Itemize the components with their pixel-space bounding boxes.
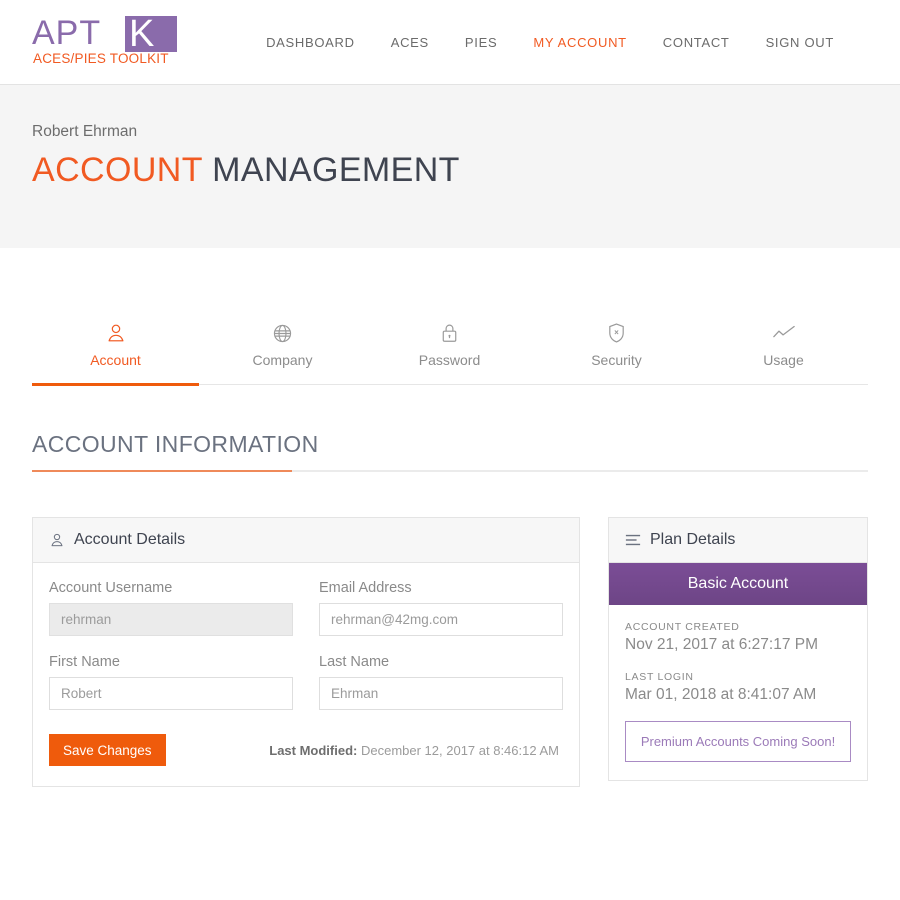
nav-item-contact[interactable]: CONTACT [645, 29, 748, 56]
account-details-card-header: Account Details [33, 518, 579, 563]
plan-details-body: ACCOUNT CREATED Nov 21, 2017 at 6:27:17 … [609, 605, 867, 780]
tab-usage[interactable]: Usage [700, 308, 867, 384]
top-navigation-bar: APT K ACES/PIES TOOLKIT DASHBOARD ACES P… [0, 0, 900, 85]
logo-tagline: ACES/PIES TOOLKIT [33, 51, 169, 66]
first-name-input[interactable] [49, 677, 293, 710]
nav-item-aces[interactable]: ACES [373, 29, 447, 56]
main-menu: DASHBOARD ACES PIES MY ACCOUNT CONTACT S… [248, 29, 852, 56]
label-email-address: Email Address [319, 580, 412, 596]
section-heading-text: ACCOUNT INFORMATION [32, 431, 319, 457]
label-last-name: Last Name [319, 654, 390, 670]
user-icon [49, 532, 65, 548]
tab-password-label: Password [418, 352, 481, 368]
form-footer: Save Changes Last Modified: December 12,… [49, 734, 563, 766]
label-first-name: First Name [49, 654, 120, 670]
logo-text-apt: APT [32, 14, 102, 52]
tab-password[interactable]: Password [366, 308, 533, 384]
user-icon [32, 320, 199, 346]
last-modified-text: Last Modified: December 12, 2017 at 8:46… [269, 743, 563, 758]
tab-company[interactable]: Company [199, 308, 366, 384]
last-name-input[interactable] [319, 677, 563, 710]
last-modified-value: December 12, 2017 at 8:46:12 AM [357, 742, 559, 758]
nav-item-my-account[interactable]: MY ACCOUNT [515, 29, 644, 56]
account-details-form: Account Username Email Address First Nam… [33, 563, 579, 786]
tab-company-label: Company [252, 352, 313, 368]
account-details-card-title: Account Details [74, 531, 186, 548]
tab-security-label: Security [591, 352, 642, 368]
plan-details-card: Plan Details Basic Account ACCOUNT CREAT… [608, 517, 868, 781]
nav-item-pies[interactable]: PIES [447, 29, 515, 56]
page-title-rest: MANAGEMENT [202, 151, 460, 189]
nav-item-sign-out[interactable]: SIGN OUT [748, 29, 852, 56]
field-last-name: Last Name [319, 654, 563, 710]
tab-usage-label: Usage [763, 352, 804, 368]
section-header: ACCOUNT INFORMATION [32, 431, 868, 486]
label-account-username: Account Username [49, 580, 173, 596]
account-created-value: Nov 21, 2017 at 6:27:17 PM [625, 636, 819, 653]
plan-name-banner: Basic Account [609, 563, 867, 605]
form-row-1: Account Username Email Address [49, 580, 563, 654]
save-changes-button[interactable]: Save Changes [49, 734, 166, 766]
page-title: ACCOUNT MANAGEMENT [32, 149, 900, 191]
shield-icon [533, 320, 700, 346]
globe-icon [199, 320, 366, 346]
chart-line-icon [700, 320, 867, 346]
page-title-accent: ACCOUNT [32, 151, 203, 189]
account-username-input[interactable] [49, 603, 293, 636]
lock-icon [366, 320, 533, 346]
last-login-label: LAST LOGIN [625, 671, 694, 683]
account-created-label: ACCOUNT CREATED [625, 621, 740, 633]
account-tabs: Account Company Password Security Usage [32, 308, 868, 386]
tab-security[interactable]: Security [533, 308, 700, 384]
tab-account-label: Account [90, 352, 141, 368]
section-divider [32, 470, 868, 472]
page-hero: Robert Ehrman ACCOUNT MANAGEMENT [0, 85, 900, 248]
nav-item-dashboard[interactable]: DASHBOARD [248, 29, 373, 56]
last-login-value: Mar 01, 2018 at 8:41:07 AM [625, 686, 817, 703]
email-address-input[interactable] [319, 603, 563, 636]
form-row-2: First Name Last Name [49, 654, 563, 728]
list-icon [625, 533, 641, 547]
account-details-card: Account Details Account Username Email A… [32, 517, 580, 787]
logo-k-letter: K [129, 13, 155, 55]
last-modified-label: Last Modified: [269, 742, 358, 758]
hero-user-name: Robert Ehrman [32, 123, 138, 140]
field-email-address: Email Address [319, 580, 563, 636]
premium-accounts-button[interactable]: Premium Accounts Coming Soon! [625, 721, 851, 762]
field-first-name: First Name [49, 654, 293, 710]
tab-account[interactable]: Account [32, 308, 199, 386]
cards-row: Account Details Account Username Email A… [32, 517, 868, 787]
brand-logo[interactable]: APT K ACES/PIES TOOLKIT [32, 13, 182, 71]
plan-details-card-header: Plan Details [609, 518, 867, 563]
plan-details-card-title: Plan Details [650, 531, 736, 548]
field-account-username: Account Username [49, 580, 293, 636]
